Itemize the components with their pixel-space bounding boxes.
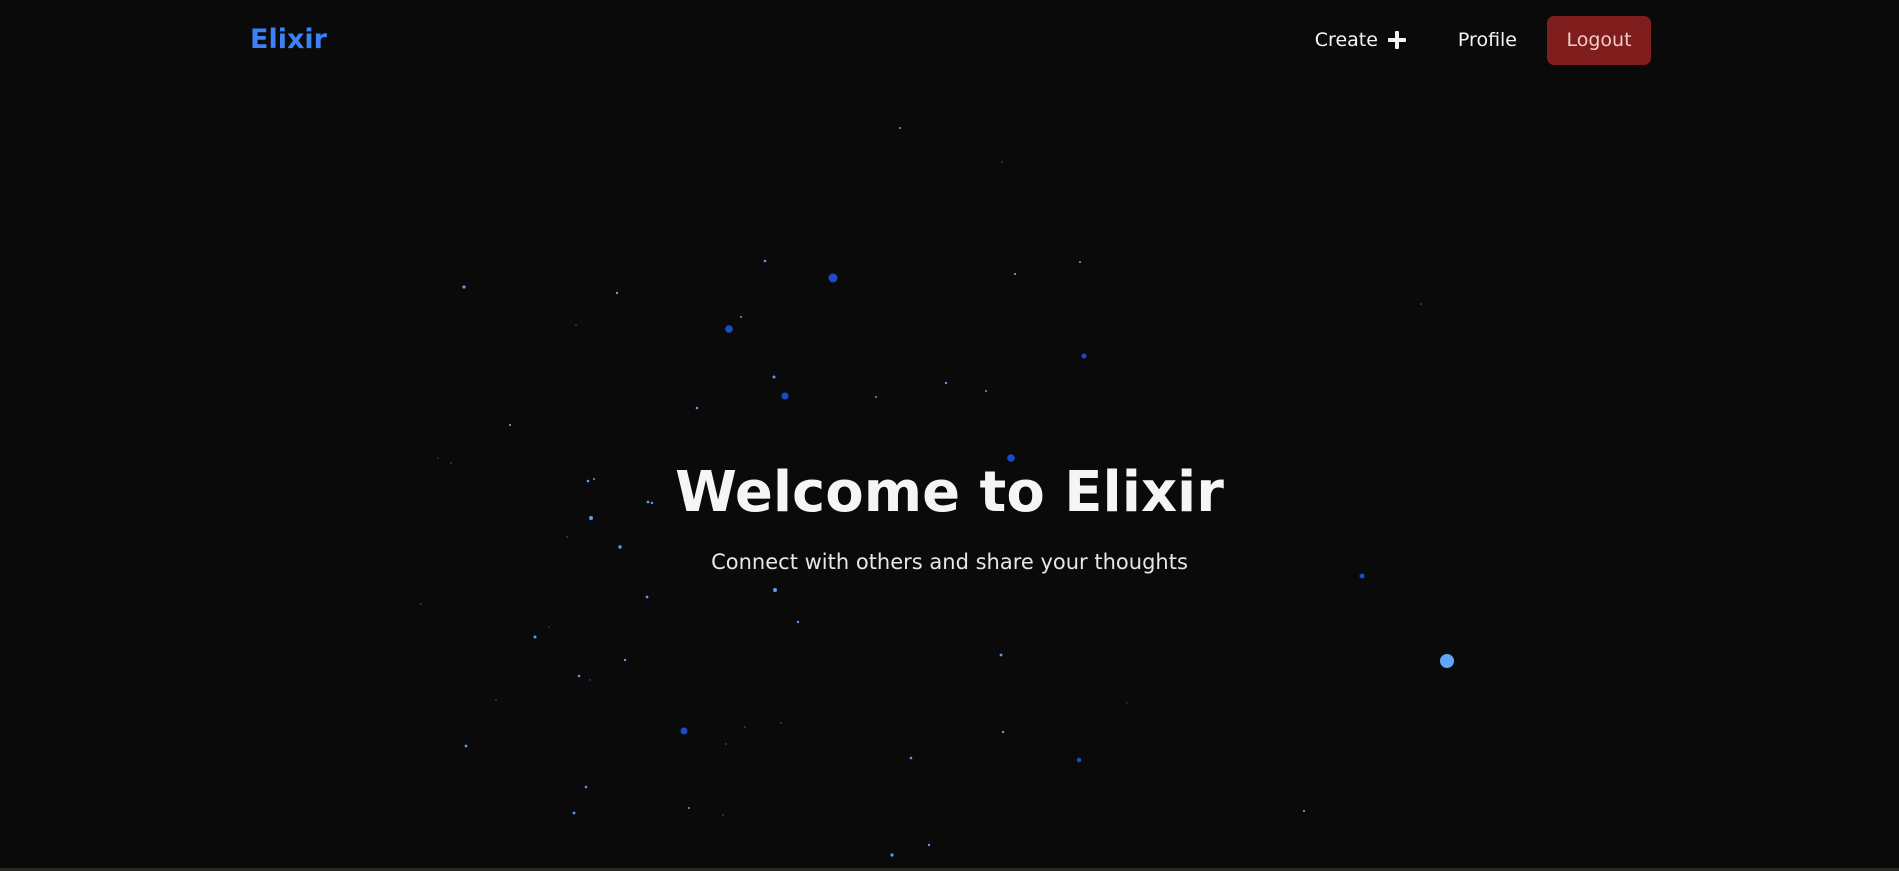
particle-dot bbox=[1001, 730, 1005, 734]
particle-dot bbox=[623, 658, 627, 662]
particle-dot bbox=[828, 273, 838, 283]
particle-dot bbox=[589, 679, 591, 681]
brand-logo[interactable]: Elixir bbox=[250, 24, 327, 55]
particle-dot bbox=[780, 722, 782, 724]
particle-dot bbox=[1081, 353, 1087, 359]
nav-actions: Create Profile Logout bbox=[1315, 15, 1651, 65]
navbar: Elixir Create Profile Logout bbox=[0, 0, 1899, 82]
particle-dot bbox=[575, 324, 577, 326]
particle-dot bbox=[999, 653, 1003, 657]
particle-dot bbox=[899, 127, 901, 129]
hero-title: Welcome to Elixir bbox=[675, 460, 1224, 525]
particle-dot bbox=[1359, 573, 1365, 579]
particle-dot bbox=[875, 396, 877, 398]
particle-dot bbox=[548, 626, 550, 628]
particle-dot bbox=[725, 325, 733, 333]
particle-dot bbox=[772, 375, 776, 379]
particle-dot bbox=[462, 285, 466, 289]
particle-dot bbox=[1126, 702, 1128, 704]
hero-subtitle: Connect with others and share your thoug… bbox=[711, 549, 1188, 574]
particle-dot bbox=[577, 674, 581, 678]
create-button[interactable]: Create bbox=[1315, 29, 1406, 51]
particle-dot bbox=[437, 457, 439, 459]
particle-dot bbox=[1013, 272, 1017, 276]
particle-dot bbox=[508, 423, 512, 427]
particle-dot bbox=[1302, 809, 1306, 813]
particle-dot bbox=[944, 381, 948, 385]
particle-dot bbox=[495, 699, 497, 701]
particle-dot bbox=[909, 756, 913, 760]
particle-dot bbox=[695, 406, 699, 410]
particle-dot bbox=[740, 316, 742, 318]
particle-dot bbox=[985, 390, 987, 392]
particle-dot bbox=[1001, 161, 1003, 163]
particle-dot bbox=[796, 620, 800, 624]
particle-background bbox=[420, 127, 1454, 857]
particle-dot bbox=[1420, 303, 1422, 305]
particle-dot-large bbox=[1440, 654, 1454, 668]
particle-dot bbox=[464, 744, 468, 748]
particle-dot bbox=[615, 291, 619, 295]
particle-dot bbox=[680, 727, 688, 735]
create-label: Create bbox=[1314, 29, 1378, 51]
logout-button[interactable]: Logout bbox=[1547, 15, 1651, 65]
particle-dot bbox=[725, 743, 727, 745]
particle-dot bbox=[645, 595, 649, 599]
page: Elixir Create Profile Logout Welcome to … bbox=[0, 0, 1899, 871]
particle-dot bbox=[927, 843, 931, 847]
particle-dot bbox=[584, 785, 588, 789]
particle-dot bbox=[890, 853, 894, 857]
particle-dot bbox=[773, 588, 777, 592]
particle-dot bbox=[763, 259, 767, 263]
particle-dot bbox=[722, 814, 724, 816]
particle-dot bbox=[533, 635, 537, 639]
particle-dot bbox=[744, 726, 746, 728]
particle-dot bbox=[1079, 261, 1081, 263]
particle-dot bbox=[781, 392, 789, 400]
plus-icon bbox=[1387, 31, 1406, 49]
particle-dot bbox=[1076, 757, 1082, 763]
particle-dot bbox=[420, 603, 422, 605]
particle-dot bbox=[688, 807, 690, 809]
particle-dot bbox=[572, 811, 576, 815]
hero: Welcome to Elixir Connect with others an… bbox=[0, 462, 1899, 574]
profile-link[interactable]: Profile bbox=[1458, 29, 1517, 51]
